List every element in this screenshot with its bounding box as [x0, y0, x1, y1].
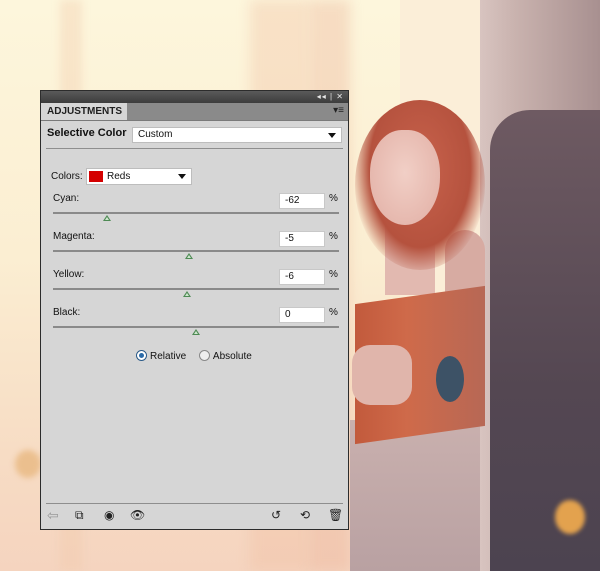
slider-thumb[interactable] — [184, 253, 193, 259]
colors-label: Colors: — [51, 171, 83, 182]
slider-thumb[interactable] — [183, 291, 192, 297]
trash-icon[interactable]: 🗑 — [328, 508, 343, 522]
percent-unit: % — [329, 231, 338, 242]
slider-yellow: Yellow: -6 % — [51, 269, 341, 305]
method-radio-group: Relative Absolute — [136, 350, 262, 362]
radio-label: Absolute — [212, 351, 252, 362]
book-emblem — [436, 356, 464, 402]
slider-thumb[interactable] — [103, 215, 112, 221]
radio-absolute[interactable]: Absolute — [198, 350, 252, 362]
divider — [46, 503, 343, 504]
color-swatch — [89, 171, 103, 182]
previous-state-icon[interactable]: ↺ — [271, 508, 281, 522]
colors-value: Reds — [107, 171, 131, 182]
adjustment-header: Selective Color Custom — [41, 121, 348, 147]
preset-value: Custom — [138, 129, 173, 140]
colors-dropdown[interactable]: Reds — [86, 168, 192, 185]
black-input[interactable]: 0 — [279, 307, 325, 323]
pillar-shadow — [490, 110, 600, 571]
radio-relative[interactable]: Relative — [136, 350, 186, 362]
visibility-mask-icon[interactable]: ◉ — [104, 508, 114, 522]
chevron-down-icon — [328, 133, 336, 138]
slider-track[interactable] — [53, 212, 339, 214]
collapse-close-controls[interactable]: ◂◂ | ✕ — [317, 91, 344, 103]
percent-unit: % — [329, 307, 338, 318]
tab-adjustments[interactable]: ADJUSTMENTS — [41, 103, 127, 120]
falling-leaf — [555, 500, 585, 534]
slider-track[interactable] — [53, 288, 339, 290]
falling-leaf — [15, 450, 41, 478]
adjustment-title: Selective Color — [47, 127, 127, 139]
radio-button-selected[interactable] — [136, 350, 147, 361]
radio-label: Relative — [150, 351, 187, 362]
slider-label: Magenta: — [53, 231, 95, 242]
percent-unit: % — [329, 269, 338, 280]
slider-label: Black: — [53, 307, 81, 318]
radio-button[interactable] — [198, 350, 210, 361]
tab-row: ADJUSTMENTS ▾≡ — [41, 103, 348, 121]
slider-track[interactable] — [53, 250, 339, 252]
yellow-input[interactable]: -6 — [279, 269, 325, 285]
panel-titlebar[interactable]: ◂◂ | ✕ — [41, 91, 348, 103]
slider-label: Cyan: — [53, 193, 80, 204]
chevron-down-icon — [178, 174, 186, 179]
slider-thumb[interactable] — [192, 329, 200, 335]
woman-hand — [352, 345, 412, 405]
percent-unit: % — [329, 193, 338, 204]
cyan-input[interactable]: -62 — [279, 193, 325, 209]
divider — [46, 148, 343, 149]
woman-face — [370, 130, 440, 225]
slider-magenta: Magenta: -5 % — [51, 231, 341, 267]
adjustments-panel: ◂◂ | ✕ ADJUSTMENTS ▾≡ Selective Color Cu… — [40, 90, 349, 530]
eye-icon[interactable]: 👁 — [130, 508, 145, 522]
woman-dress — [350, 420, 480, 571]
back-arrow-icon[interactable]: ⇦ — [47, 508, 59, 522]
magenta-input[interactable]: -5 — [279, 231, 325, 247]
slider-label: Yellow: — [53, 269, 85, 280]
reset-icon[interactable]: ⟲ — [300, 508, 310, 522]
preset-dropdown[interactable]: Custom — [132, 127, 342, 143]
slider-track[interactable] — [53, 326, 339, 328]
slider-cyan: Cyan: -62 % — [51, 193, 341, 229]
slider-black: Black: 0 % — [51, 307, 341, 343]
panel-menu-icon[interactable]: ▾≡ — [333, 105, 344, 117]
clip-to-layer-icon[interactable]: ⧉ — [75, 508, 84, 522]
